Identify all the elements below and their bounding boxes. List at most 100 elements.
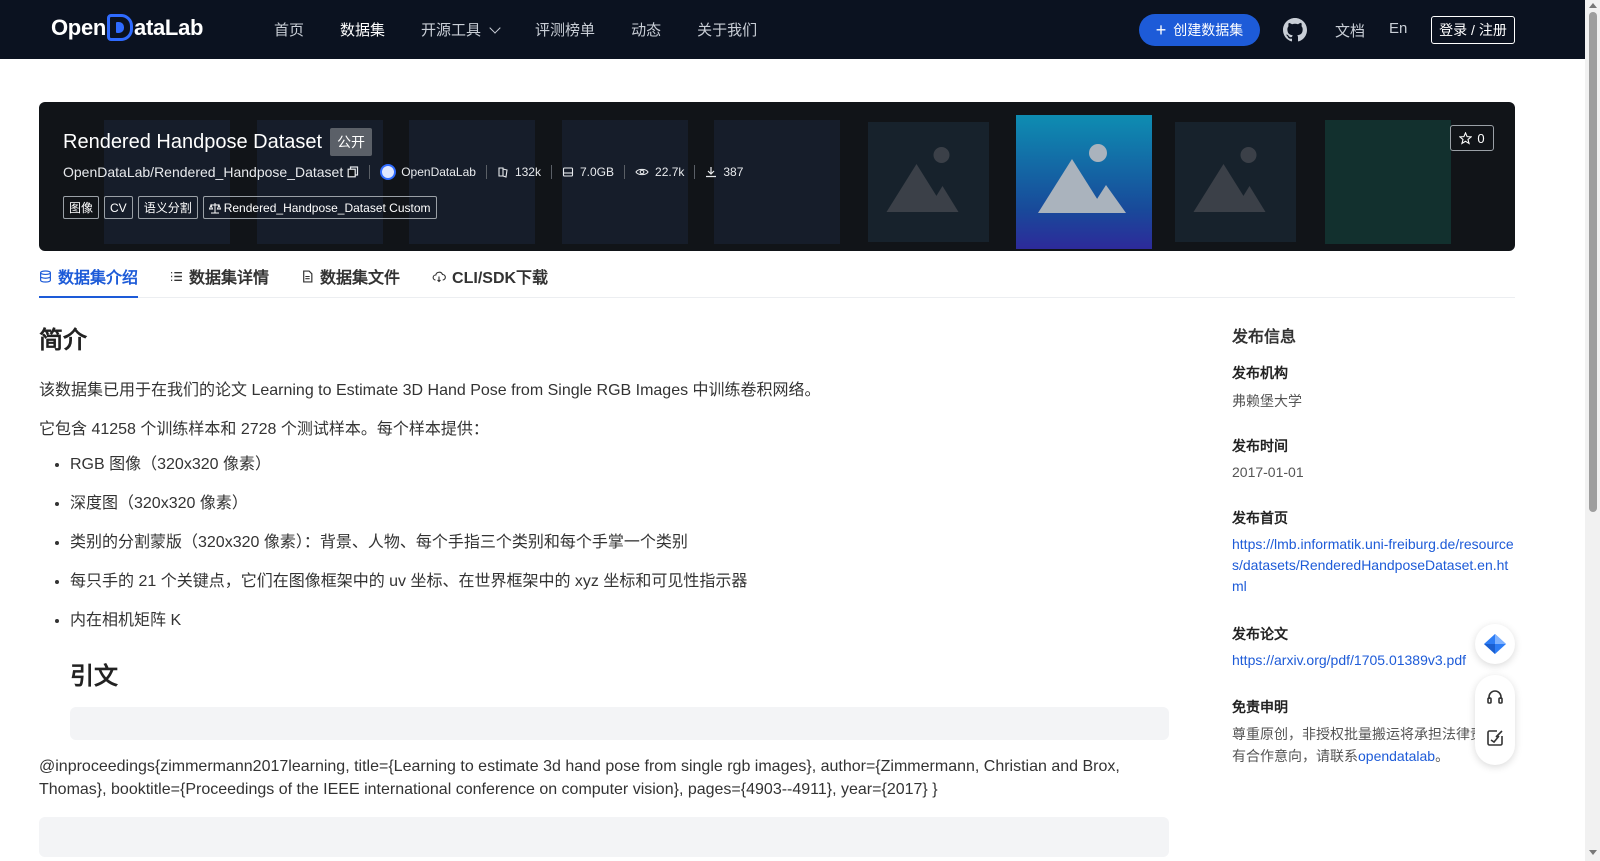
preview-thumbnail [1325,120,1451,244]
code-block [70,707,1169,740]
paper-label: 发布论文 [1232,626,1288,642]
logo-d-icon [107,14,134,41]
visibility-badge: 公开 [330,128,373,156]
nav-about[interactable]: 关于我们 [697,19,757,40]
list-item: 内在相机矩阵 K [70,610,747,649]
star-button[interactable]: 0 [1450,125,1494,151]
org-link[interactable]: OpenDataLab [380,164,476,180]
logo-text-left: Open [51,14,107,40]
star-count: 0 [1477,130,1485,146]
login-register-button[interactable]: 登录 / 注册 [1431,16,1515,44]
create-dataset-button[interactable]: + 创建数据集 [1139,14,1260,46]
dataset-title: Rendered Handpose Dataset 公开 [63,128,373,156]
divider [369,165,371,179]
tag-segmentation[interactable]: 语义分割 [137,196,198,219]
create-dataset-label: 创建数据集 [1173,22,1244,38]
tab-details[interactable]: 数据集详情 [170,256,269,296]
divider [624,165,626,179]
scroll-up-arrow-icon[interactable] [1589,3,1597,8]
logo-text-right: ataLab [134,14,204,40]
floating-toolbar [1475,675,1515,765]
nav-tools[interactable]: 开源工具 [421,19,501,40]
scrollbar-thumb[interactable] [1589,12,1597,512]
download-icon [706,167,717,178]
database-icon [40,269,51,283]
license-scale-icon [208,202,221,213]
nav-leaderboard[interactable]: 评测榜单 [535,19,595,40]
files-icon [498,167,508,178]
language-switch[interactable]: En [1389,20,1407,37]
list-item: 每只手的 21 个关键点，它们在图像框架中的 uv 坐标、在世界框架中的 xyz… [70,571,747,610]
homepage-link[interactable]: https://lmb.informatik.uni-freiburg.de/r… [1232,534,1517,597]
nav-datasets[interactable]: 数据集 [340,19,385,40]
homepage-label: 发布首页 [1232,510,1288,526]
main-nav: 首页 数据集 开源工具 评测榜单 动态 关于我们 [274,0,793,59]
chevron-down-icon [489,21,501,34]
tag-image[interactable]: 图像 [63,196,100,219]
tab-files-label: 数据集文件 [320,270,401,287]
image-placeholder-icon [1016,115,1152,249]
nav-docs[interactable]: 文档 [1335,20,1365,41]
preview-thumbnail [562,120,688,244]
intro-paragraph: 该数据集已用于在我们的论文 Learning to Estimate 3D Ha… [39,382,821,399]
list-item: RGB 图像（320x320 像素） [70,454,747,493]
copy-icon[interactable] [347,166,359,178]
publish-date-label: 发布时间 [1232,438,1288,454]
dataset-size: 7.0GB [562,165,614,179]
publisher-label: 发布机构 [1232,365,1288,381]
dataset-size-value: 7.0GB [579,165,615,179]
preview-thumbnail [714,120,840,244]
org-name: OpenDataLab [401,165,476,179]
plus-icon: + [1155,20,1167,40]
divider [694,165,696,179]
publish-info-panel: 发布信息 发布机构 弗赖堡大学 发布时间 2017-01-01 发布首页 htt… [1232,323,1517,764]
tab-files[interactable]: 数据集文件 [301,256,400,296]
top-navbar: Open ataLab 首页 数据集 开源工具 评测榜单 动态 关于我们 + 创… [0,0,1585,59]
image-placeholder-icon [868,122,989,242]
publish-date-value: 2017-01-01 [1232,464,1304,480]
paper-link[interactable]: https://arxiv.org/pdf/1705.01389v3.pdf [1232,650,1517,671]
dataset-meta: OpenDataLab/Rendered_Handpose_Dataset Op… [63,164,743,180]
contact-link[interactable]: opendatalab [1358,748,1435,764]
tab-introduction-label: 数据集介绍 [58,270,139,287]
opendatalab-logo[interactable]: Open ataLab [51,14,203,41]
file-icon [303,269,313,283]
tab-introduction[interactable]: 数据集介绍 [39,256,139,298]
disclaimer-label: 免责申明 [1232,699,1288,715]
view-count: 22.7k [635,165,684,179]
tag-cv[interactable]: CV [104,196,133,219]
sample-contents-list: RGB 图像（320x320 像素） 深度图（320x320 像素） 类别的分割… [70,454,747,649]
nav-news[interactable]: 动态 [631,19,661,40]
dataset-introduction: 简介 该数据集已用于在我们的论文 Learning to Estimate 3D… [39,320,1169,857]
customer-service-icon[interactable] [1485,688,1505,708]
page-scrollbar[interactable] [1585,0,1600,861]
star-icon [1459,131,1473,145]
github-icon[interactable] [1283,18,1307,42]
scroll-down-arrow-icon[interactable] [1589,850,1597,855]
disclaimer-end: 。 [1435,748,1450,764]
section-heading-intro: 简介 [39,327,87,354]
repo-path: OpenDataLab/Rendered_Handpose_Dataset [63,164,344,180]
storage-icon [562,167,574,177]
assistant-diamond-icon [1484,634,1506,654]
image-placeholder-icon [1175,122,1296,242]
bibtex-citation: @inproceedings{zimmermann2017learning, t… [39,758,1120,798]
license-tag[interactable]: Rendered_Handpose_Dataset Custom [202,196,437,219]
publisher-value: 弗赖堡大学 [1232,393,1302,409]
divider [550,165,552,179]
list-item: 深度图（320x320 像素） [70,493,747,532]
download-count: 387 [705,165,743,179]
assistant-button[interactable] [1475,624,1515,664]
nav-home[interactable]: 首页 [274,19,304,40]
tab-details-label: 数据集详情 [189,270,270,287]
samples-paragraph: 它包含 41258 个训练样本和 2728 个测试样本。每个样本提供： [39,421,489,438]
cloud-download-icon [432,271,446,282]
download-count-value: 387 [723,165,744,179]
tab-cli-sdk[interactable]: CLI/SDK下载 [432,256,548,296]
dataset-title-text: Rendered Handpose Dataset [63,130,323,153]
feedback-icon[interactable] [1485,728,1505,748]
license-label: Rendered_Handpose_Dataset Custom [223,200,431,215]
view-count-value: 22.7k [655,165,685,179]
dataset-tags: 图像 CV 语义分割 Rendered_Handpose_Dataset Cus… [63,196,442,219]
list-item: 类别的分割蒙版（320x320 像素）：背景、人物、每个手指三个类别和每个手掌一… [70,532,747,571]
